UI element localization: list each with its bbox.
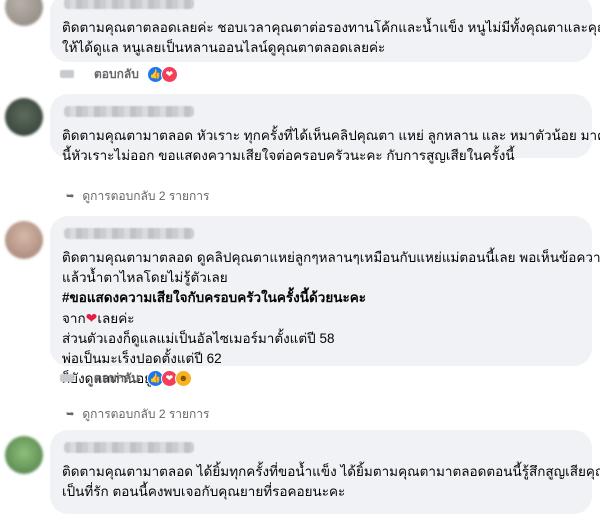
timestamp[interactable] (60, 374, 74, 382)
reaction-summary[interactable]: 👍 ❤ (146, 65, 178, 83)
reply-button[interactable]: ตอบกลับ (94, 369, 139, 388)
reply-button[interactable]: ตอบกลับ (94, 65, 139, 84)
author-name[interactable] (64, 228, 194, 239)
comment-actions: ตอบกลับ 👍 ❤ ☻ (60, 369, 192, 388)
timestamp[interactable] (60, 70, 74, 78)
comment-text: พ่อเป็นมะเร็งปอดตั้งแต่ปี 62 (62, 351, 222, 366)
chevron-right-icon: ➥ (66, 409, 75, 420)
avatar[interactable] (5, 0, 43, 26)
text-suffix: เลยค่ะ (97, 311, 135, 326)
comment-text: ติดตามคุณตาตลอดเลยค่ะ ชอบเวลาคุณตาต่อรอง… (62, 20, 600, 35)
comment-text: ส่วนตัวเองก็ดูแลแม่เป็นอัลไซเมอร์มาตั้งแ… (62, 331, 335, 346)
comment-text: ติดตามคุณตามาตลอด ได้ยิ้มทุกครั้งที่ขอน้… (62, 464, 600, 479)
avatar[interactable] (5, 98, 43, 136)
comment-bubble: ติดตามคุณตามาตลอด หัวเราะ ทุกครั้งที่ได้… (50, 94, 600, 163)
comment-text: ติดตามคุณตามาตลอด หัวเราะ ทุกครั้งที่ได้… (62, 128, 600, 143)
text-from: จาก (62, 311, 86, 326)
comment-text: ให้ได้ดูแล หนูเลยเป็นหลานออนไลน์ดูคุณตาต… (62, 40, 386, 55)
comment-bubble: ติดตามคุณตามาตลอด ได้ยิ้มทุกครั้งที่ขอน้… (50, 430, 600, 514)
comment-bubble: ติดตามคุณตาตลอดเลยค่ะ ชอบเวลาคุณตาต่อรอง… (50, 0, 600, 62)
comment-actions: ตอบกลับ 👍 ❤ (60, 65, 178, 84)
comment-text: เป็นที่รัก ตอนนี้คงพบเจอกับคุณยายที่รอคอ… (62, 484, 346, 499)
reaction-summary[interactable]: 👍 ❤ ☻ (146, 369, 192, 387)
view-replies-link[interactable]: ➥ ดูการตอบกลับ 2 รายการ (66, 187, 210, 206)
love-icon: ❤ (160, 65, 178, 83)
comment-text: นี้หัวเราะไม่ออก ขอแสดงความเสียใจต่อครอบ… (62, 148, 515, 163)
comment-text: แล้วน้ำตาไหลโดยไม่รู้ตัวเลย (62, 270, 228, 285)
chevron-right-icon: ➥ (66, 191, 75, 202)
view-replies-link[interactable]: ➥ ดูการตอบกลับ 2 รายการ (66, 405, 210, 424)
avatar[interactable] (5, 436, 43, 474)
hashtag[interactable]: #ขอแสดงความเสียใจกับครอบครัวในครั้งนี้ด้… (62, 288, 580, 308)
heart-icon: ❤ (85, 310, 98, 326)
comment-text: ติดตามคุณตามาตลอด ดูคลิปคุณตาแหย่ลูกๆหลา… (62, 250, 600, 265)
comment-text: จาก❤เลยค่ะ (62, 308, 580, 329)
view-replies-label: ดูการตอบกลับ 2 รายการ (82, 407, 210, 421)
comment-bubble: ติดตามคุณตามาตลอด ดูคลิปคุณตาแหย่ลูกๆหลา… (50, 216, 600, 386)
view-replies-label: ดูการตอบกลับ 2 รายการ (82, 189, 210, 203)
avatar[interactable] (5, 221, 43, 259)
author-name[interactable] (64, 0, 194, 9)
author-name[interactable] (64, 106, 194, 117)
care-icon: ☻ (174, 369, 192, 387)
author-name[interactable] (64, 442, 194, 453)
